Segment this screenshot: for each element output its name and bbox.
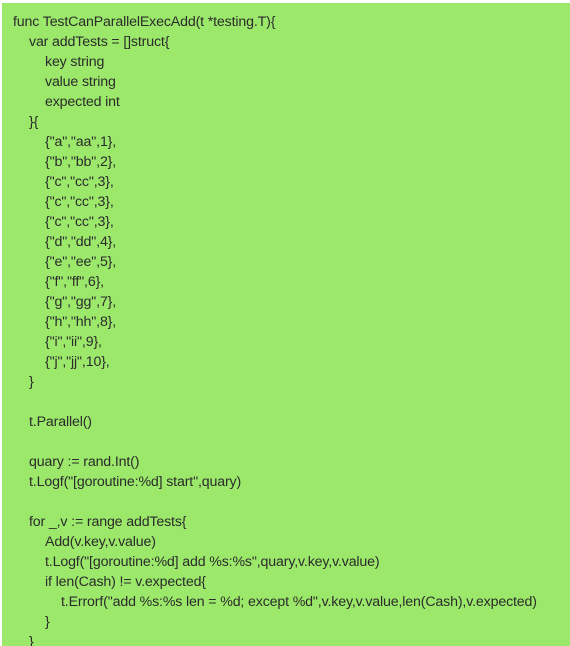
code-line: t.Parallel() bbox=[29, 414, 92, 430]
code-line: {"c","cc",3}, bbox=[45, 174, 114, 190]
code-line: {"g","gg",7}, bbox=[45, 294, 117, 310]
code-line: {"c","cc",3}, bbox=[45, 194, 114, 210]
code-line: func TestCanParallelExecAdd(t *testing.T… bbox=[13, 14, 276, 30]
code-line: value string bbox=[45, 74, 116, 90]
code-line: {"a","aa",1}, bbox=[45, 134, 117, 150]
code-line: quary := rand.Int() bbox=[29, 454, 140, 470]
code-line: {"i","ii",9}, bbox=[45, 334, 102, 350]
code-line: } bbox=[29, 634, 34, 646]
code-line: {"j","jj",10}, bbox=[45, 354, 110, 370]
code-line: Add(v.key,v.value) bbox=[45, 534, 156, 550]
code-line: } bbox=[29, 374, 34, 390]
code-line: key string bbox=[45, 54, 105, 70]
code-line: for _,v := range addTests{ bbox=[29, 514, 187, 530]
code-line: {"h","hh",8}, bbox=[45, 314, 117, 330]
code-line: if len(Cash) != v.expected{ bbox=[45, 574, 206, 590]
code-line: {"e","ee",5}, bbox=[45, 254, 117, 270]
code-editor-surface[interactable]: func TestCanParallelExecAdd(t *testing.T… bbox=[2, 3, 570, 646]
code-line: {"d","dd",4}, bbox=[45, 234, 117, 250]
code-line: t.Logf("[goroutine:%d] start",quary) bbox=[29, 474, 242, 490]
code-line: }{ bbox=[29, 114, 39, 130]
code-block[interactable]: func TestCanParallelExecAdd(t *testing.T… bbox=[2, 3, 570, 646]
code-line: expected int bbox=[45, 94, 120, 110]
code-line: } bbox=[45, 614, 50, 630]
code-line: {"b","bb",2}, bbox=[45, 154, 117, 170]
code-line: {"c","cc",3}, bbox=[45, 214, 114, 230]
code-line: t.Logf("[goroutine:%d] add %s:%s",quary,… bbox=[45, 554, 380, 570]
code-line: var addTests = []struct{ bbox=[29, 34, 170, 50]
code-line: {"f","ff",6}, bbox=[45, 274, 104, 290]
code-line: t.Errorf("add %s:%s len = %d; except %d"… bbox=[61, 594, 537, 610]
